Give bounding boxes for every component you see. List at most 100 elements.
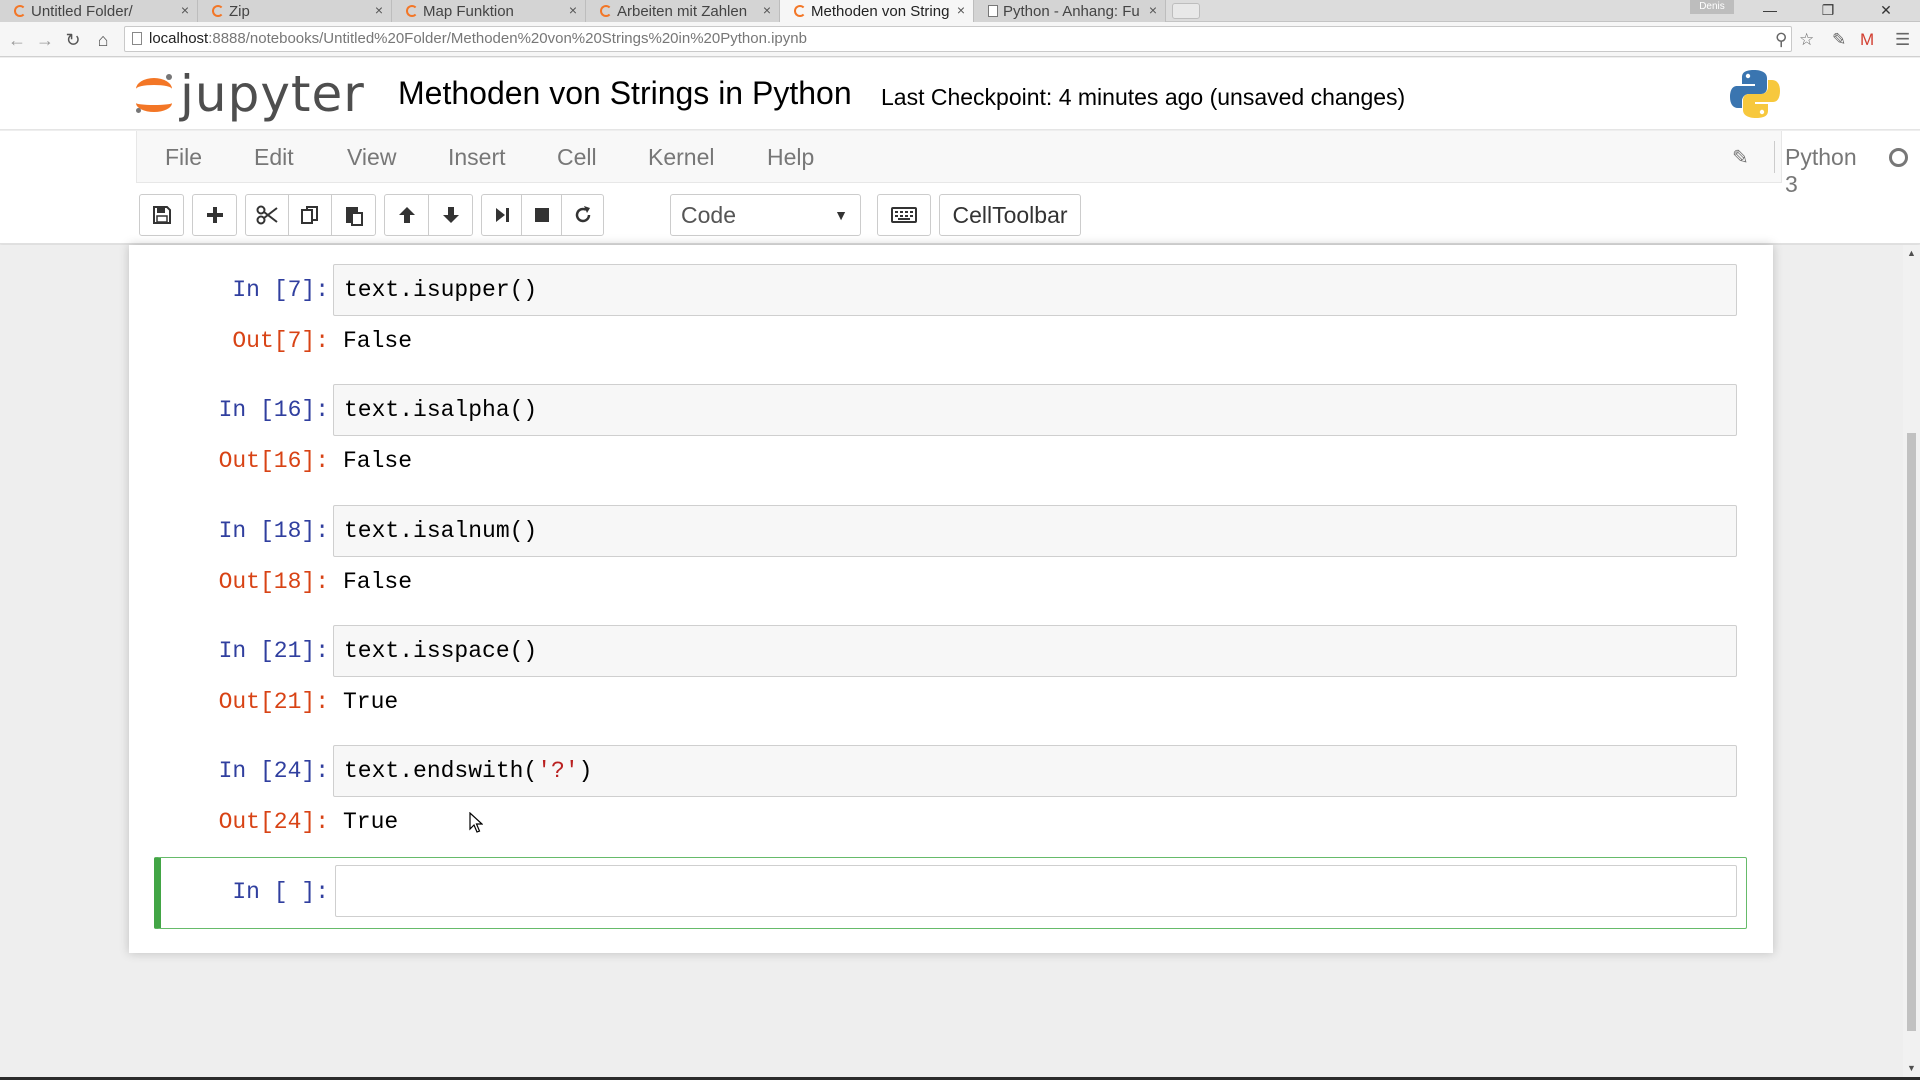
url-path: :8888/notebooks/Untitled%20Folder/Method… <box>208 30 807 47</box>
input-prompt: In [18]: <box>218 518 329 544</box>
divider <box>1774 141 1775 173</box>
scroll-down-icon[interactable]: ▼ <box>1907 1063 1916 1073</box>
back-arrow-icon[interactable]: ← <box>6 29 28 51</box>
code-input[interactable]: text.isalpha() <box>333 384 1737 436</box>
scissors-icon <box>256 205 278 225</box>
tab-close-icon[interactable]: × <box>957 2 965 18</box>
code-input[interactable]: text.isspace() <box>333 625 1737 677</box>
interrupt-kernel-button[interactable] <box>521 194 562 236</box>
mouse-cursor-icon <box>469 812 483 833</box>
paste-button[interactable] <box>331 194 376 236</box>
zoom-icon[interactable]: ⚲ <box>1775 30 1787 50</box>
jupyter-favicon-icon <box>600 5 612 17</box>
menu-edit[interactable]: Edit <box>254 144 294 171</box>
url-host: localhost <box>149 30 209 47</box>
input-prompt: In [7]: <box>232 277 329 303</box>
code-input[interactable]: text.isupper() <box>333 264 1737 316</box>
vertical-scrollbar[interactable]: ▲ ▼ <box>1903 245 1920 1077</box>
restore-icon[interactable]: ❐ <box>1808 0 1848 20</box>
tab-close-icon[interactable]: × <box>1149 2 1157 18</box>
bookmark-star-icon[interactable]: ☆ <box>1799 30 1814 50</box>
edit-mode-pencil-icon: ✎ <box>1732 147 1749 169</box>
step-forward-icon <box>495 208 509 222</box>
extension-icon[interactable]: ✎ <box>1832 30 1846 50</box>
scroll-up-icon[interactable]: ▲ <box>1907 248 1916 258</box>
input-prompt: In [ ]: <box>232 879 329 905</box>
move-cell-up-button[interactable] <box>384 194 429 236</box>
tab-label: Arbeiten mit Zahlen <box>617 2 748 20</box>
tab-close-icon[interactable]: × <box>375 2 383 18</box>
string-literal: '?' <box>537 758 579 784</box>
close-window-icon[interactable]: ✕ <box>1866 0 1906 20</box>
profile-badge[interactable]: Denis <box>1690 0 1734 14</box>
run-cell-button[interactable] <box>481 194 522 236</box>
copy-icon <box>301 206 318 224</box>
cell-type-value: Code <box>681 202 736 228</box>
new-tab-button[interactable] <box>1172 3 1200 19</box>
menu-file[interactable]: File <box>165 144 202 171</box>
output-prompt: Out[21]: <box>218 689 329 715</box>
browser-address-bar: ← → ↻ ⌂ localhost:8888/notebooks/Untitle… <box>0 22 1920 57</box>
cell-output: True <box>343 689 399 715</box>
home-icon[interactable]: ⌂ <box>92 29 114 51</box>
browser-tab[interactable]: Untitled Folder/ × <box>0 0 198 22</box>
paste-icon <box>345 207 363 226</box>
output-prompt: Out[7]: <box>232 328 329 354</box>
cell-output: True <box>343 809 399 835</box>
jupyter-favicon-icon <box>794 5 806 17</box>
notebook-title[interactable]: Methoden von Strings in Python <box>398 75 852 112</box>
tab-label: Untitled Folder/ <box>31 2 133 20</box>
arrow-down-icon <box>442 207 459 223</box>
cell-type-select[interactable]: Code ▼ <box>670 194 861 236</box>
code-input[interactable]: text.endswith('?') <box>333 745 1737 797</box>
menu-view[interactable]: View <box>347 144 396 171</box>
browser-menu-icon[interactable]: ☰ <box>1895 30 1910 50</box>
gmail-icon[interactable]: M <box>1860 30 1874 50</box>
save-icon <box>152 206 171 224</box>
command-palette-button[interactable] <box>877 194 931 236</box>
cut-button[interactable] <box>245 194 289 236</box>
forward-arrow-icon[interactable]: → <box>34 29 56 51</box>
browser-tab[interactable]: Zip × <box>198 0 392 22</box>
page-icon <box>132 32 142 45</box>
menu-kernel[interactable]: Kernel <box>648 144 714 171</box>
browser-tab-active[interactable]: Methoden von String × <box>780 0 974 22</box>
restart-kernel-button[interactable] <box>561 194 604 236</box>
url-input[interactable]: localhost:8888/notebooks/Untitled%20Fold… <box>124 26 1792 52</box>
code-input-active[interactable] <box>335 865 1737 917</box>
minimize-icon[interactable]: — <box>1750 0 1790 20</box>
output-prompt: Out[24]: <box>218 809 329 835</box>
browser-tab[interactable]: Arbeiten mit Zahlen × <box>586 0 780 22</box>
refresh-icon <box>575 206 590 223</box>
tab-close-icon[interactable]: × <box>181 2 189 18</box>
tab-close-icon[interactable]: × <box>763 2 771 18</box>
copy-button[interactable] <box>288 194 332 236</box>
browser-tab[interactable]: Map Funktion × <box>392 0 586 22</box>
cell-output: False <box>343 328 413 354</box>
browser-tab[interactable]: Python - Anhang: Fu × <box>974 0 1166 22</box>
code-input[interactable]: text.isalnum() <box>333 505 1737 557</box>
scrollbar-thumb[interactable] <box>1907 433 1916 1031</box>
insert-cell-button[interactable] <box>192 194 237 236</box>
kernel-name: Python 3 <box>1785 144 1857 197</box>
chevron-down-icon: ▼ <box>834 207 848 223</box>
save-button[interactable] <box>139 194 184 236</box>
notebook-header: jupyter Methoden von Strings in Python L… <box>0 58 1920 130</box>
celltoolbar-button[interactable]: CellToolbar <box>939 194 1081 236</box>
code-text: ) <box>578 758 593 784</box>
stop-icon <box>534 208 549 222</box>
kernel-idle-indicator-icon <box>1889 148 1908 167</box>
output-prompt: Out[18]: <box>218 569 329 595</box>
input-prompt: In [21]: <box>218 638 329 664</box>
cell-output: False <box>343 448 413 474</box>
menu-insert[interactable]: Insert <box>448 144 506 171</box>
tab-close-icon[interactable]: × <box>569 2 577 18</box>
move-cell-down-button[interactable] <box>428 194 473 236</box>
menu-help[interactable]: Help <box>767 144 814 171</box>
jupyter-logo[interactable]: jupyter <box>136 64 365 124</box>
jupyter-logo-text: jupyter <box>180 65 365 123</box>
reload-icon[interactable]: ↻ <box>62 29 84 51</box>
menu-cell[interactable]: Cell <box>557 144 597 171</box>
python-logo-icon <box>1730 70 1780 118</box>
tab-label: Map Funktion <box>423 2 514 20</box>
